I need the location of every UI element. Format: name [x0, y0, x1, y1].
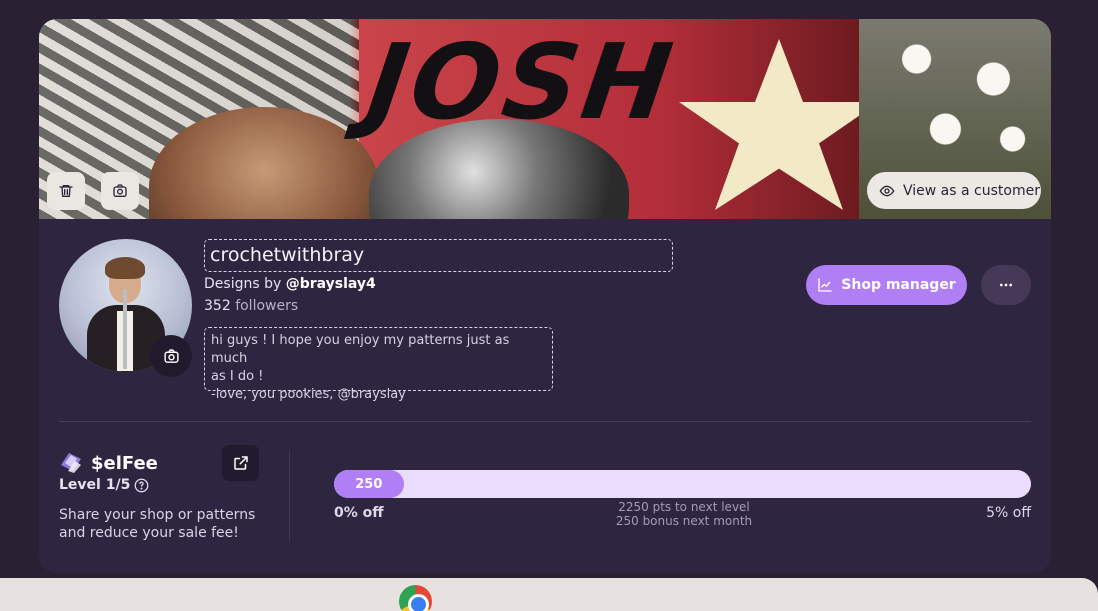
avatar-figure-hair: [105, 257, 145, 279]
progress-value: 250: [355, 476, 383, 492]
bonus-next-month: 250 bonus next month: [615, 514, 753, 528]
view-as-customer-label: View as a customer: [903, 182, 1040, 199]
selfee-description: Share your shop or patterns and reduce y…: [59, 507, 256, 541]
discount-start-label: 0% off: [334, 505, 384, 521]
change-avatar-button[interactable]: [150, 335, 192, 377]
bio-line: as I do !: [211, 369, 264, 384]
change-banner-button[interactable]: [101, 172, 139, 210]
banner-collage-star: [679, 39, 879, 210]
shop-name-field[interactable]: crochetwithbray: [204, 239, 673, 272]
chrome-icon[interactable]: [399, 585, 432, 611]
trash-icon: [59, 185, 73, 197]
os-taskbar: [0, 578, 1098, 611]
delete-banner-button[interactable]: [47, 172, 85, 210]
bio-line: hi guys ! I hope you enjoy my patterns j…: [211, 333, 510, 366]
vertical-divider: [289, 451, 290, 541]
followers-label: followers: [235, 298, 299, 314]
selfee-badge-icon: [59, 451, 83, 477]
more-dots-icon: [1000, 283, 1012, 287]
pts-to-next-level: 2250 pts to next level: [618, 500, 750, 514]
discount-end-label: 5% off: [986, 505, 1031, 521]
shop-banner: JOSH View as a customer: [39, 19, 1051, 219]
chart-icon: [818, 278, 832, 292]
shop-bio-field[interactable]: hi guys ! I hope you enjoy my patterns j…: [204, 327, 553, 402]
level-label: Level 1/5: [59, 477, 131, 493]
camera-icon: [113, 184, 127, 197]
view-as-customer-button[interactable]: View as a customer: [867, 172, 1041, 209]
followers-count[interactable]: 352 followers: [204, 298, 298, 314]
progress-fill: 250: [334, 470, 404, 498]
avatar-microphone: [123, 289, 127, 369]
banner-collage-text: JOSH: [360, 21, 683, 143]
selfee-level: Level 1/5: [59, 477, 149, 493]
shop-profile-card: JOSH View as a customer crochetwithbray …: [39, 19, 1051, 573]
points-info: 2250 pts to next level 250 bonus next mo…: [584, 500, 784, 528]
shop-manager-label: Shop manager: [841, 277, 956, 293]
designer-handle[interactable]: @brayslay4: [286, 276, 376, 292]
section-divider: [59, 421, 1031, 422]
open-selfee-button[interactable]: [222, 445, 259, 481]
designs-by-line: Designs by @brayslay4: [204, 276, 376, 292]
followers-number: 352: [204, 298, 231, 314]
eye-icon: [879, 185, 895, 196]
selfee-progress-bar: 250: [334, 470, 1031, 498]
external-link-icon: [233, 456, 248, 470]
help-circle-icon[interactable]: [134, 478, 149, 493]
designs-by-prefix: Designs by: [204, 276, 282, 292]
shop-manager-button[interactable]: Shop manager: [806, 265, 967, 305]
bio-line: -love, you pookies, @brayslay: [211, 387, 406, 402]
selfee-title: $elFee: [91, 453, 158, 474]
camera-icon: [163, 348, 179, 363]
more-options-button[interactable]: [981, 265, 1031, 305]
